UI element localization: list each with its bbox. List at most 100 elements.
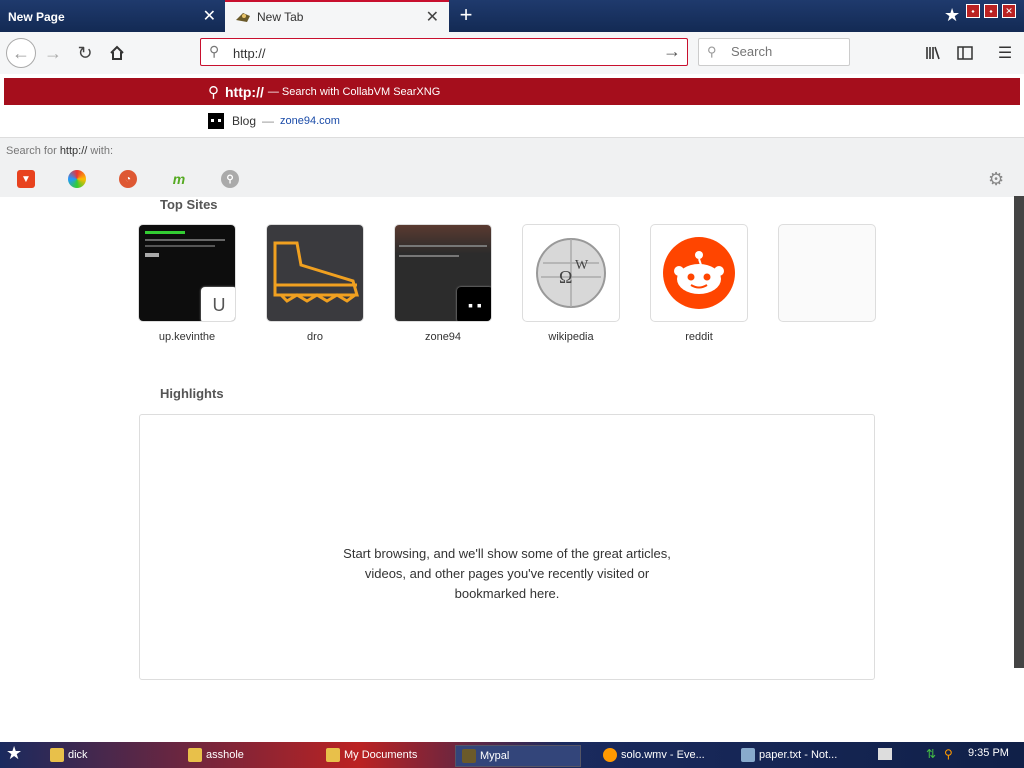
- taskbar-label: Mypal: [480, 750, 510, 762]
- top-site-tile[interactable]: dro: [267, 225, 363, 343]
- search-icon[interactable]: ⚲: [944, 747, 953, 761]
- url-input[interactable]: [231, 42, 655, 64]
- top-sites-title: Top Sites: [160, 197, 218, 212]
- go-arrow-icon[interactable]: →: [663, 42, 681, 60]
- site-label: reddit: [685, 331, 713, 343]
- keyboard-icon[interactable]: [878, 748, 892, 760]
- star-icon: ★: [944, 5, 961, 25]
- brave-icon[interactable]: ▼: [17, 170, 35, 188]
- suggestion-query: http://: [225, 83, 264, 100]
- svg-text:W: W: [575, 258, 589, 273]
- wikipedia-icon: ΩW: [523, 225, 619, 321]
- search-icon: ⚲: [209, 43, 220, 59]
- bookmark-title: Blog: [232, 114, 257, 128]
- site-badge: U: [201, 287, 235, 321]
- highlights-title: Highlights: [160, 386, 224, 401]
- folder-icon: [188, 748, 202, 762]
- window-controls: ⬩ ⬩ ✕: [966, 4, 1016, 18]
- taskbar-item[interactable]: dick: [50, 745, 88, 765]
- minimize-button[interactable]: ⬩: [966, 4, 980, 18]
- menu-button[interactable]: ☰: [994, 42, 1016, 64]
- one-off-query: http://: [59, 145, 88, 157]
- taskbar-label: solo.wmv - Eve...: [621, 749, 705, 761]
- tab-new-page[interactable]: New Page ✕: [0, 2, 224, 32]
- suggestion-action: — Search with CollabVM SearXNG: [267, 85, 441, 98]
- taskbar-item[interactable]: My Documents: [326, 745, 417, 765]
- close-icon[interactable]: ✕: [203, 9, 216, 25]
- zone94-favicon-icon: ▪ ▪: [457, 287, 491, 321]
- site-thumbnail: ▪ ▪: [395, 225, 491, 321]
- search-icon: [603, 748, 617, 762]
- network-icon[interactable]: ⇅: [926, 747, 936, 761]
- reddit-icon: [651, 225, 747, 321]
- bookmark-separator: —: [262, 114, 275, 128]
- message-line: videos, and other pages you've recently …: [364, 566, 650, 581]
- site-label: up.kevinthe: [158, 331, 216, 343]
- start-button[interactable]: ★: [6, 743, 22, 763]
- empty-site-tile[interactable]: [779, 225, 875, 321]
- taskbar-item[interactable]: solo.wmv - Eve...: [603, 745, 705, 765]
- zone94-favicon-icon: [208, 113, 224, 129]
- folder-icon: [50, 748, 64, 762]
- search-suggestion-row[interactable]: ⚲ http:// — Search with CollabVM SearXNG: [4, 78, 1020, 105]
- highlights-empty-message: Start browsing, and we'll show some of t…: [327, 544, 687, 604]
- site-label: wikipedia: [548, 331, 594, 343]
- site-label: zone94: [424, 331, 462, 343]
- empty-thumbnail: [779, 225, 875, 321]
- shoe-icon: [267, 225, 363, 321]
- url-bar[interactable]: ⚲ →: [200, 38, 688, 66]
- search-icon: ⚲: [707, 44, 717, 59]
- forward-button[interactable]: →: [40, 40, 66, 66]
- bookmark-suggestion-row[interactable]: Blog — zone94.com: [208, 112, 340, 130]
- taskbar-item[interactable]: asshole: [188, 745, 244, 765]
- duckduckgo-icon[interactable]: ◔: [119, 170, 137, 188]
- home-icon: [110, 45, 124, 60]
- bookmark-url: zone94.com: [280, 115, 340, 127]
- taskbar-item[interactable]: paper.txt - Not...: [741, 745, 837, 765]
- close-icon[interactable]: ✕: [426, 10, 439, 26]
- close-window-button[interactable]: ✕: [1002, 4, 1016, 18]
- tab-title: New Page: [8, 10, 65, 24]
- new-tab-button[interactable]: +: [454, 4, 478, 28]
- tab-new-tab[interactable]: New Tab ✕: [225, 0, 449, 32]
- search-input[interactable]: [729, 43, 843, 60]
- one-off-search-bar: [0, 137, 1024, 197]
- taskbar-label: asshole: [206, 749, 244, 761]
- reload-button[interactable]: ↻: [72, 40, 98, 66]
- library-icon: [926, 46, 940, 60]
- one-off-suffix: with:: [87, 145, 114, 157]
- search-icon: ⚲: [208, 83, 219, 101]
- one-off-prefix: Search for: [6, 145, 60, 157]
- sidebar-icon: [957, 46, 973, 60]
- library-button[interactable]: [922, 42, 944, 64]
- top-site-tile[interactable]: U up.kevinthe: [139, 225, 235, 343]
- site-thumbnail: U: [139, 225, 235, 321]
- tab-title: New Tab: [257, 10, 304, 24]
- gear-icon[interactable]: ⚙: [988, 169, 1008, 189]
- top-site-tile[interactable]: ΩW wikipedia: [523, 225, 619, 343]
- maximize-button[interactable]: ⬩: [984, 4, 998, 18]
- favicon-icon: [236, 13, 250, 22]
- mojeek-icon[interactable]: m: [170, 170, 188, 188]
- taskbar-label: dick: [68, 749, 88, 761]
- message-line: bookmarked here.: [454, 586, 560, 601]
- top-site-tile[interactable]: ▪ ▪ zone94: [395, 225, 491, 343]
- message-line: Start browsing, and we'll show some of t…: [343, 546, 671, 561]
- home-button[interactable]: [104, 40, 130, 66]
- taskbar-label: My Documents: [344, 749, 418, 761]
- sidebar-button[interactable]: [954, 42, 976, 64]
- back-button[interactable]: ←: [6, 38, 36, 68]
- qwant-icon[interactable]: [68, 170, 86, 188]
- taskbar-label: paper.txt - Not...: [759, 749, 838, 761]
- top-site-tile[interactable]: reddit: [651, 225, 747, 343]
- notepad-icon: [741, 748, 755, 762]
- site-label: dro: [307, 331, 323, 343]
- searx-icon[interactable]: ⚲: [221, 170, 239, 188]
- svg-text:Ω: Ω: [559, 267, 572, 287]
- search-box[interactable]: ⚲: [698, 38, 850, 66]
- one-off-label: Search for http:// with:: [6, 145, 113, 157]
- documents-icon: [326, 748, 340, 762]
- taskbar-item-active[interactable]: Mypal: [455, 745, 581, 767]
- clock[interactable]: 9:35 PM: [968, 747, 1009, 759]
- scrollbar[interactable]: [1014, 196, 1024, 668]
